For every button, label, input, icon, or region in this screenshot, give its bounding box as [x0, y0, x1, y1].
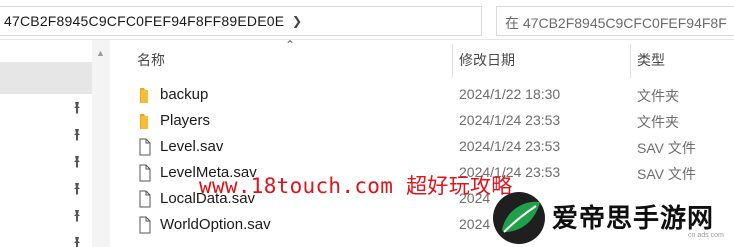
file-type: SAV 文件	[637, 166, 696, 182]
folder-icon	[134, 86, 154, 104]
file-type: SAV 文件	[637, 140, 696, 156]
file-icon	[134, 216, 154, 234]
pin-icon[interactable]	[70, 209, 84, 223]
navigation-pane: ▲	[0, 40, 110, 247]
top-bar: 47CB2F8945C9CFC0FEF94F8FF89EDE0E ❯ 在 47C…	[0, 0, 734, 40]
file-row[interactable]: Players 2024/1/24 23:53 文件夹	[134, 108, 734, 134]
column-header-type[interactable]: 类型	[637, 50, 665, 70]
watermark-text: www.18touch.com 超好玩攻略	[199, 174, 513, 198]
search-input[interactable]: 在 47CB2F8945C9CFC0FEF94F8F	[505, 13, 727, 33]
file-icon	[134, 164, 154, 182]
column-divider[interactable]	[630, 44, 631, 78]
address-path[interactable]: 47CB2F8945C9CFC0FEF94F8FF89EDE0E	[4, 13, 284, 29]
column-divider[interactable]	[452, 44, 453, 78]
pin-icon[interactable]	[70, 101, 84, 115]
file-icon	[134, 138, 154, 156]
file-icon	[134, 190, 154, 208]
nav-selected-item[interactable]	[0, 62, 92, 94]
file-date: 2024/1/22 18:30	[459, 86, 561, 102]
pin-icon[interactable]	[70, 236, 84, 247]
search-box[interactable]: 在 47CB2F8945C9CFC0FEF94F8F	[496, 6, 734, 36]
nav-scrollbar[interactable]: ▲	[92, 40, 110, 247]
file-date: 2024/1/24 23:53	[459, 138, 561, 154]
file-date: 2024	[459, 216, 491, 232]
file-row[interactable]: backup 2024/1/22 18:30 文件夹	[134, 82, 734, 108]
file-type: 文件夹	[637, 88, 679, 104]
pin-icon[interactable]	[70, 155, 84, 169]
folder-icon	[134, 112, 154, 130]
logo-subtext: cn ads com	[688, 232, 724, 239]
column-header-date[interactable]: 修改日期	[459, 50, 515, 70]
file-date: 2024/1/24 23:53	[459, 112, 561, 128]
pin-icon[interactable]	[70, 128, 84, 142]
logo-text: 爱帝思手游网	[552, 204, 715, 234]
file-row[interactable]: Level.sav 2024/1/24 23:53 SAV 文件	[134, 134, 734, 160]
scroll-up-icon[interactable]: ▲	[96, 48, 105, 58]
sort-ascending-icon: ⌃	[285, 38, 296, 52]
site-logo: 爱帝思手游网 cn ads com	[490, 188, 734, 247]
file-type: 文件夹	[637, 114, 679, 130]
chevron-right-icon[interactable]: ❯	[292, 14, 302, 28]
file-name: Level.sav	[160, 138, 224, 155]
leaf-logo-icon	[493, 192, 545, 244]
file-name: WorldOption.sav	[160, 216, 271, 233]
address-bar[interactable]: 47CB2F8945C9CFC0FEF94F8FF89EDE0E ❯	[0, 6, 482, 36]
file-name: backup	[160, 86, 209, 103]
file-name: Players	[160, 112, 211, 129]
column-header-name[interactable]: 名称	[137, 50, 165, 70]
pin-icon[interactable]	[70, 182, 84, 196]
